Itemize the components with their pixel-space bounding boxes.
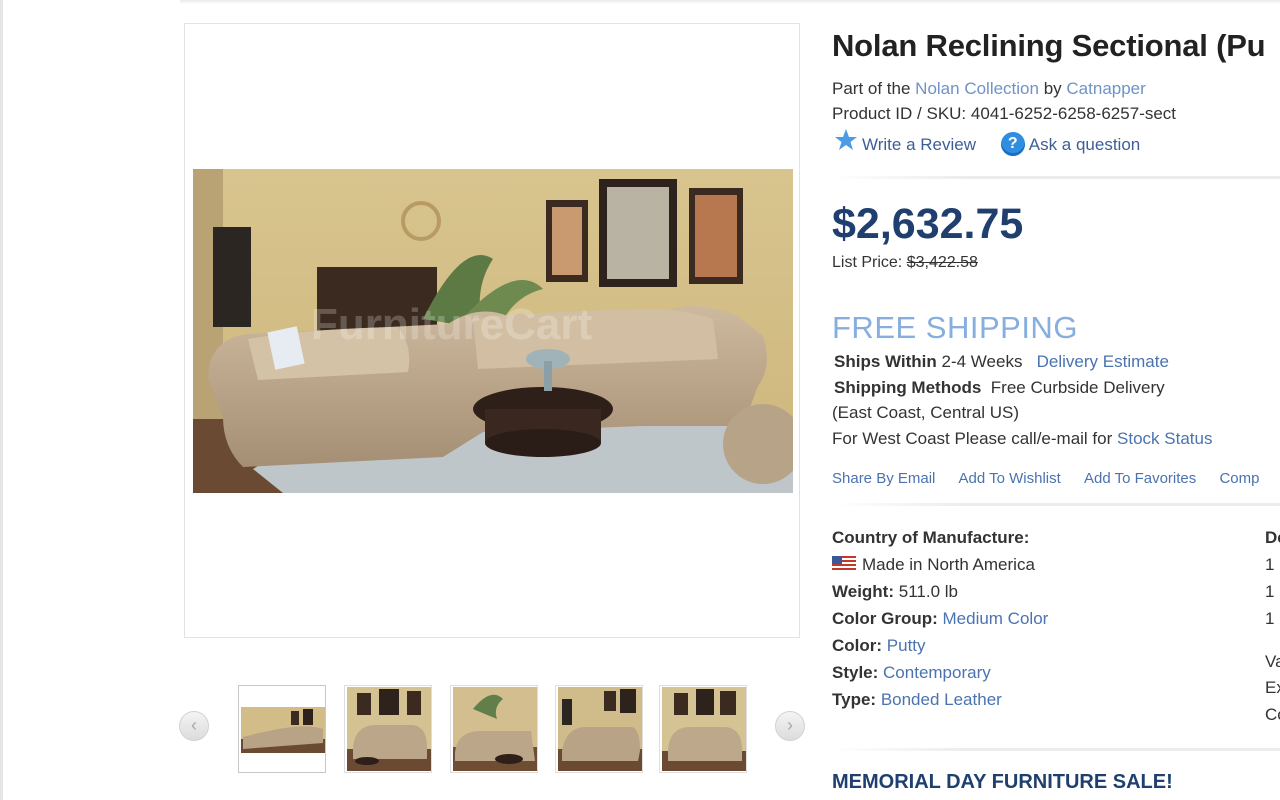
sale-price: $2,632.75 <box>832 200 1024 248</box>
thumbnail-3[interactable] <box>450 685 538 773</box>
delivery-estimate-link[interactable]: Delivery Estimate <box>1037 352 1169 371</box>
review-actions: Write a Review ? Ask a question <box>834 128 1160 156</box>
share-by-email-link[interactable]: Share By Email <box>832 470 935 487</box>
divider <box>832 176 1280 179</box>
watermark-text: FurnitureCart <box>311 300 592 349</box>
compare-link[interactable]: Comp <box>1219 470 1259 487</box>
free-shipping-heading: FREE SHIPPING <box>832 310 1078 345</box>
write-review-label: Write a Review <box>862 135 976 154</box>
product-title: Nolan Reclining Sectional (Pu <box>832 28 1266 63</box>
thumbnail-1[interactable] <box>238 685 326 773</box>
collection-link[interactable]: Nolan Collection <box>915 79 1039 98</box>
sku-label: Product ID / SKU: <box>832 104 967 123</box>
list-price-value: $3,422.58 <box>906 254 978 271</box>
sku-value: 4041-6252-6258-6257-sect <box>970 104 1177 123</box>
gallery-prev-button[interactable]: ‹ <box>179 711 209 741</box>
shipping-regions: (East Coast, Central US) <box>832 403 1020 422</box>
country-value: Made in North America <box>862 555 1035 574</box>
style-label: Style: <box>832 663 879 682</box>
by-text: by <box>1043 79 1062 98</box>
chevron-right-icon: › <box>787 715 793 735</box>
type-row: Type: Bonded Leather <box>832 690 1002 710</box>
right-column-item: Va <box>1265 652 1280 671</box>
brand-link[interactable]: Catnapper <box>1066 79 1145 98</box>
sku-line: Product ID / SKU: 4041-6252-6258-6257-se… <box>832 104 1176 124</box>
thumbnail-image <box>558 687 642 771</box>
question-icon: ? <box>1000 132 1025 156</box>
shipping-methods-value: Free Curbside Delivery <box>990 378 1165 397</box>
thumbnail-gallery: ‹ › <box>178 684 808 776</box>
list-price: List Price: $3,422.58 <box>832 254 978 272</box>
ask-question-label: Ask a question <box>1028 135 1141 154</box>
ships-within-line: Ships Within 2-4 Weeks Delivery Estimate <box>834 352 1169 372</box>
weight-value: 511.0 lb <box>898 582 958 601</box>
country-label: Country of Manufacture: <box>832 528 1030 547</box>
sale-banner-link[interactable]: MEMORIAL DAY FURNITURE SALE! <box>832 771 1173 794</box>
star-icon <box>835 129 857 150</box>
divider <box>832 748 1280 751</box>
thumbnail-image <box>662 687 746 771</box>
list-price-label: List Price: <box>832 254 903 271</box>
thumbnail-2[interactable] <box>344 685 432 773</box>
thumbnail-5[interactable] <box>659 685 747 773</box>
write-review-link[interactable]: Write a Review <box>834 128 976 155</box>
add-to-wishlist-link[interactable]: Add To Wishlist <box>959 470 1061 487</box>
country-value-row: Made in North America <box>832 555 1035 575</box>
shipping-methods-label: Shipping Methods <box>834 378 982 397</box>
color-group-link[interactable]: Medium Color <box>943 609 1049 628</box>
color-row: Color: Putty <box>832 636 926 656</box>
ask-question-link[interactable]: ? Ask a question <box>1000 132 1141 156</box>
thumbnail-image <box>453 687 537 771</box>
style-row: Style: Contemporary <box>832 663 991 683</box>
ships-within-label: Ships Within <box>834 352 937 371</box>
color-group-row: Color Group: Medium Color <box>832 609 1048 629</box>
right-column-item: 1 <box>1265 555 1275 574</box>
main-image-frame: FurnitureCart <box>184 23 800 638</box>
thumbnail-image <box>347 687 431 771</box>
gallery-next-button[interactable]: › <box>775 711 805 741</box>
color-label: Color: <box>832 636 883 655</box>
sectional-photo: FurnitureCart <box>193 169 793 493</box>
right-column-item: Co <box>1265 705 1280 724</box>
product-actions: Share By Email Add To Wishlist Add To Fa… <box>832 470 1278 487</box>
color-group-label: Color Group: <box>832 609 938 628</box>
right-column-item: Ex <box>1265 678 1280 697</box>
shipping-methods-line: Shipping Methods Free Curbside Delivery <box>834 378 1165 398</box>
right-column-item: 1 <box>1265 582 1275 601</box>
type-link[interactable]: Bonded Leather <box>881 690 1002 709</box>
type-label: Type: <box>832 690 877 709</box>
right-column-item: 1 <box>1265 609 1275 628</box>
part-of-prefix: Part of the <box>832 79 911 98</box>
color-link[interactable]: Putty <box>887 636 926 655</box>
add-to-favorites-link[interactable]: Add To Favorites <box>1084 470 1196 487</box>
divider <box>832 503 1280 506</box>
style-link[interactable]: Contemporary <box>883 663 991 682</box>
page-left-border <box>0 0 3 800</box>
thumbnail-4[interactable] <box>555 685 643 773</box>
collection-line: Part of the Nolan Collection by Catnappe… <box>832 79 1146 99</box>
west-coast-text: For West Coast Please call/e-mail for <box>832 429 1113 448</box>
product-info: Nolan Reclining Sectional (Pu Part of th… <box>832 0 1280 800</box>
main-product-image[interactable]: FurnitureCart <box>193 169 793 493</box>
ships-within-value: 2-4 Weeks <box>941 352 1023 371</box>
stock-status-link[interactable]: Stock Status <box>1117 429 1212 448</box>
weight-row: Weight: 511.0 lb <box>832 582 958 602</box>
us-flag-icon <box>832 556 856 571</box>
chevron-left-icon: ‹ <box>191 715 197 735</box>
west-coast-line: For West Coast Please call/e-mail for St… <box>832 429 1212 449</box>
right-column-heading: De <box>1265 528 1280 547</box>
thumbnail-image <box>241 707 325 753</box>
weight-label: Weight: <box>832 582 895 601</box>
